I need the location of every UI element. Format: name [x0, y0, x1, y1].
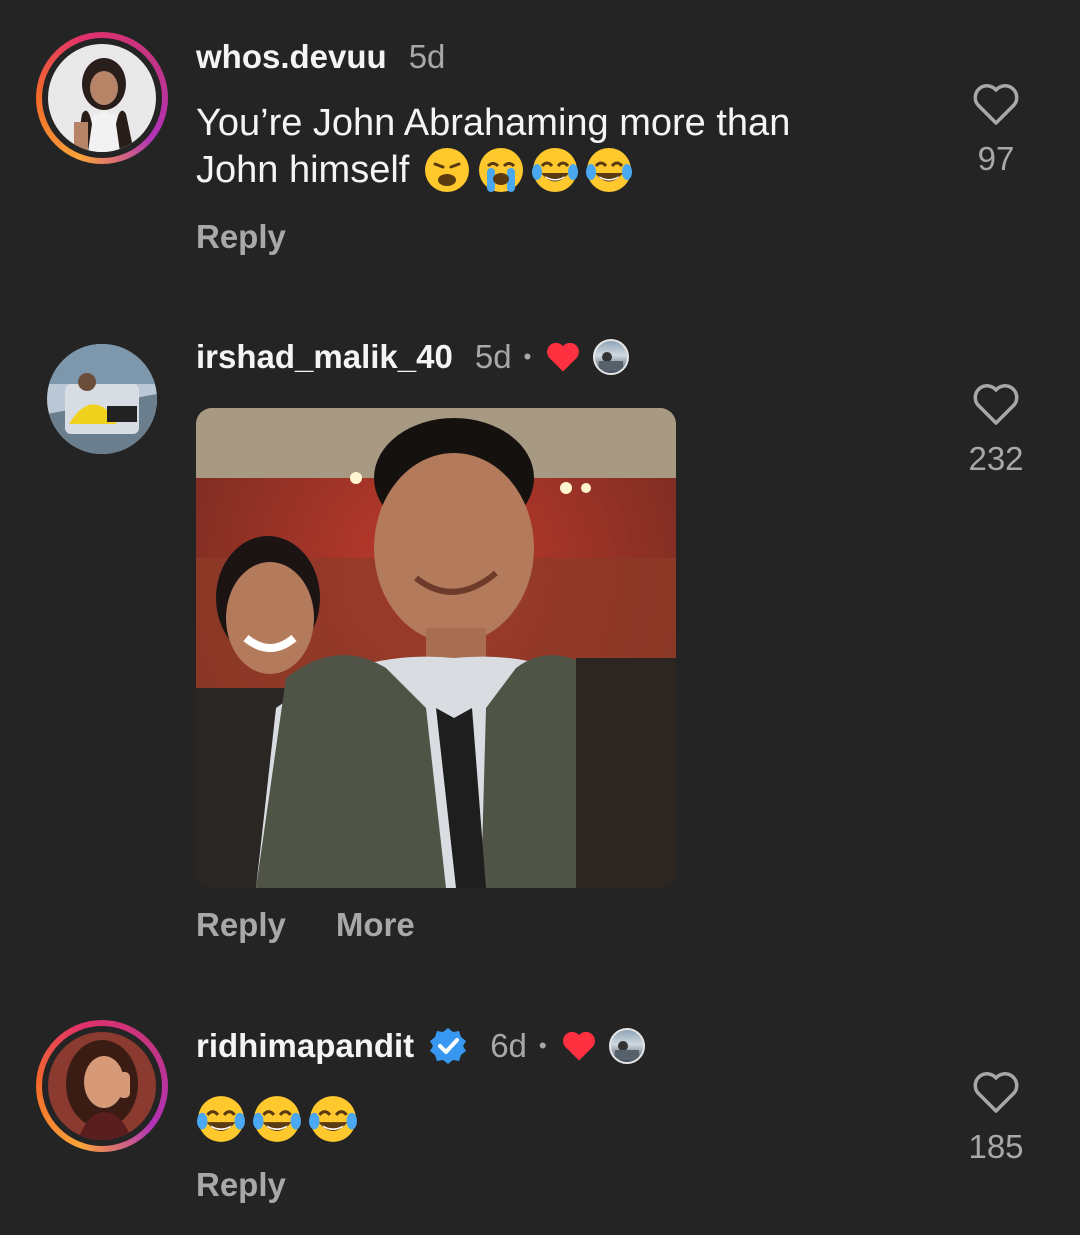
comment-emojis: [196, 1094, 896, 1144]
like-count: 97: [977, 140, 1015, 177]
like-count: 185: [968, 1128, 1024, 1165]
timestamp: 5d: [408, 38, 446, 75]
face-with-tears-of-joy-emoji: [532, 148, 579, 192]
face-with-tears-of-joy-emoji: [253, 1096, 301, 1142]
weary-face-emoji: [425, 148, 470, 192]
comment-actions: Reply More: [196, 906, 465, 944]
heart-outline-icon[interactable]: [972, 1070, 1020, 1114]
verified-badge-icon: [430, 1028, 467, 1064]
liked-by-author-heart-icon: [547, 342, 580, 372]
reply-button[interactable]: Reply: [196, 906, 286, 944]
gif-image[interactable]: [196, 408, 676, 888]
author-avatar-mini: [608, 1028, 645, 1064]
more-button[interactable]: More: [336, 906, 415, 944]
comment-header: irshad_malik_40 5d •: [196, 338, 630, 376]
like-group: 97: [960, 82, 1032, 178]
reply-button[interactable]: Reply: [196, 1166, 286, 1204]
face-with-tears-of-joy-emoji: [197, 1096, 245, 1142]
avatar-ring-whos-devuu[interactable]: [36, 32, 168, 164]
avatar: [48, 44, 156, 152]
heart-outline-icon[interactable]: [972, 382, 1020, 426]
avatar: [48, 1032, 156, 1140]
comment-text-line: John himself: [196, 149, 410, 191]
comment-header: ridhimapandit 6d •: [196, 1026, 645, 1066]
username[interactable]: whos.devuu: [196, 38, 387, 76]
username[interactable]: ridhimapandit: [196, 1027, 414, 1065]
liked-by-author-heart-icon: [562, 1031, 595, 1061]
timestamp: 5d: [474, 338, 512, 375]
comment-text: You’re John Abrahaming more than John hi…: [196, 100, 896, 194]
author-avatar-mini: [593, 339, 630, 375]
like-group: 185: [960, 1070, 1032, 1166]
comment-actions: Reply: [196, 1166, 336, 1204]
like-group: 232: [960, 382, 1032, 478]
separator-dot: •: [523, 344, 532, 369]
username[interactable]: irshad_malik_40: [196, 338, 453, 376]
timestamp: 6d: [490, 1027, 527, 1064]
face-with-tears-of-joy-emoji: [586, 148, 633, 192]
separator-dot: •: [538, 1033, 547, 1058]
like-count: 232: [968, 440, 1024, 477]
avatar[interactable]: [47, 344, 157, 454]
reply-button[interactable]: Reply: [196, 218, 286, 256]
comment-actions: Reply: [196, 218, 336, 256]
avatar-ring-ridhimapandit[interactable]: [36, 1020, 168, 1152]
loudly-crying-face-emoji: [479, 148, 524, 192]
comment-header: whos.devuu 5d: [196, 38, 445, 76]
face-with-tears-of-joy-emoji: [309, 1096, 357, 1142]
comment-text-line: You’re John Abrahaming more than: [196, 102, 791, 144]
heart-outline-icon[interactable]: [972, 82, 1020, 126]
